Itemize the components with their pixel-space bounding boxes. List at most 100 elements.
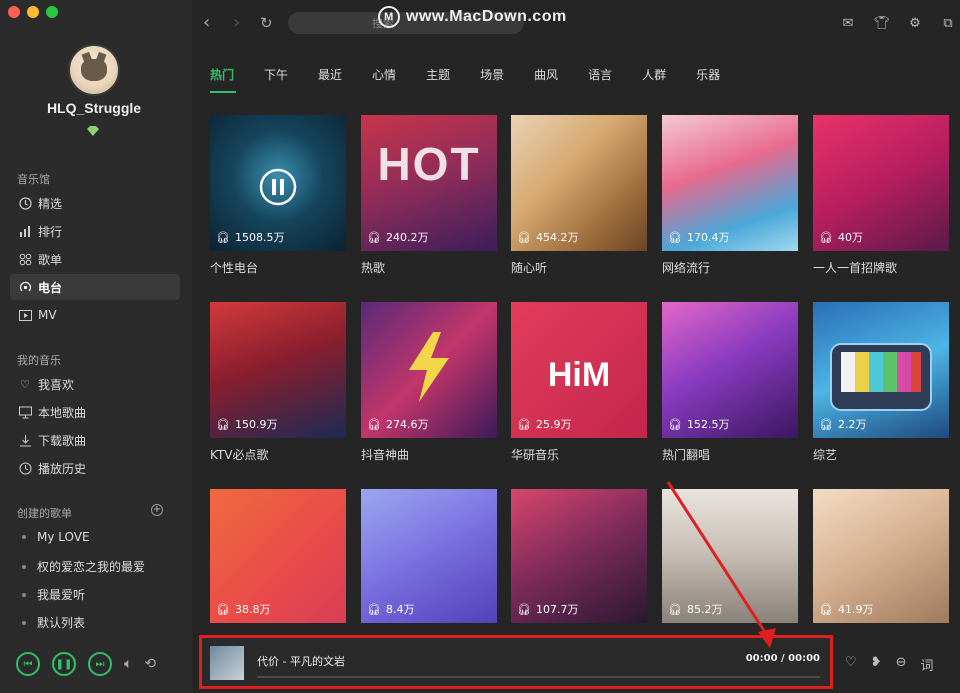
card-title[interactable]: 一人一首招牌歌 [813,259,949,276]
tab-afternoon[interactable]: 下午 [264,66,288,93]
sidebar-item-ranking[interactable]: 排行 [10,218,180,244]
refresh-icon[interactable]: ↻ [260,14,273,32]
sidebar-item-playlist[interactable]: 歌单 [10,246,180,272]
card-title[interactable]: 网络流行 [662,259,798,276]
radio-card[interactable]: 🎧︎ 40万 一人一首招牌歌 [813,115,949,276]
play-count: 🎧︎ 2.2万 [819,417,867,432]
card-title[interactable]: 抖音神曲 [361,446,497,463]
username[interactable]: HLQ_Struggle [0,100,188,116]
lyrics-button[interactable]: 词 [920,655,933,674]
tab-audience[interactable]: 人群 [642,66,666,93]
card-cover[interactable]: HiM 🎧︎ 25.9万 [511,302,647,438]
volume-icon[interactable]: 🔈︎ [124,656,132,672]
radio-card[interactable]: 🎧︎ 454.2万 随心听 [511,115,647,276]
sidebar-item-radio[interactable]: 电台 [10,274,180,300]
tab-scene[interactable]: 场景 [480,66,504,93]
card-cover[interactable]: 🎧︎ 40万 [813,115,949,251]
tab-instrument[interactable]: 乐器 [696,66,720,93]
now-playing-title[interactable]: 代价 - 平凡的文岩 [257,653,345,669]
like-icon[interactable]: ♡ [845,655,857,674]
radio-card[interactable]: 🎧︎ 152.5万 热门翻唱 [662,302,798,463]
radio-card[interactable]: 🎧︎ 85.2万 [662,489,798,623]
radio-card[interactable]: HOT 🎧︎ 240.2万 热歌 [361,115,497,276]
playlist-item[interactable]: 我最爱听 [22,586,85,603]
back-icon[interactable]: ‹ [203,12,210,33]
radio-card[interactable]: 🎧︎ 274.6万 抖音神曲 [361,302,497,463]
previous-button[interactable]: ⏮ [16,652,40,676]
card-cover[interactable]: 🎧︎ 2.2万 [813,302,949,438]
playlist-item[interactable]: 权的爱恋之我的最爱 [22,558,145,575]
radio-card[interactable]: 🎧︎ 8.4万 [361,489,497,623]
sidebar-item-downloads[interactable]: 下载歌曲 [10,427,180,453]
radio-card[interactable]: 🎧︎ 1508.5万 个性电台 [210,115,346,276]
forward-icon[interactable]: › [233,12,240,33]
avatar[interactable] [68,44,120,96]
repeat-icon[interactable]: ⟲ [144,656,156,672]
card-cover[interactable]: 🎧︎ 8.4万 [361,489,497,623]
card-cover[interactable]: 🎧︎ 41.9万 [813,489,949,623]
radio-card[interactable]: 🎧︎ 150.9万 KTV必点歌 [210,302,346,463]
radio-card[interactable]: 🎧︎ 41.9万 [813,489,949,623]
cover-title: HOT [377,138,481,190]
pause-icon[interactable] [258,167,298,207]
radio-card[interactable]: 🎧︎ 2.2万 综艺 [813,302,949,463]
tab-genre[interactable]: 曲风 [534,66,558,93]
card-cover[interactable]: HOT 🎧︎ 240.2万 [361,115,497,251]
tab-theme[interactable]: 主题 [426,66,450,93]
card-title[interactable]: 综艺 [813,446,949,463]
pause-button[interactable]: ❚❚ [52,652,76,676]
card-title[interactable]: 热歌 [361,259,497,276]
card-cover[interactable]: 🎧︎ 107.7万 [511,489,647,623]
card-cover[interactable]: 🎧︎ 150.9万 [210,302,346,438]
mail-icon[interactable]: ✉ [840,15,856,31]
lightning-bolt-icon [409,332,449,402]
playlist-item[interactable]: My LOVE [22,530,90,544]
diamond-icon[interactable] [87,126,99,136]
card-cover[interactable]: 🎧︎ 85.2万 [662,489,798,623]
sidebar-item-history[interactable]: 播放历史 [10,455,180,481]
card-title[interactable]: KTV必点歌 [210,446,346,463]
sidebar-item-liked[interactable]: ♡ 我喜欢 [10,371,180,397]
tab-recent[interactable]: 最近 [318,66,342,93]
sidebar-item-label: 下载歌曲 [38,433,87,448]
tab-hot[interactable]: 热门 [210,66,237,93]
radio-card[interactable]: 🎧︎ 38.8万 [210,489,346,623]
progress-bar[interactable] [257,676,820,678]
card-title[interactable]: 随心听 [511,259,647,276]
sidebar-item-local[interactable]: 本地歌曲 [10,399,180,425]
now-playing-bar[interactable]: 代价 - 平凡的文岩 00:00 / 00:00 [199,635,833,689]
add-playlist-icon[interactable]: + [151,504,163,516]
next-button[interactable]: ⏭ [88,652,112,676]
mini-mode-icon[interactable]: ⧉ [940,15,956,31]
skin-icon[interactable]: 👕︎ [874,15,891,31]
minimize-window-button[interactable] [27,6,39,18]
play-count: 🎧︎ 8.4万 [367,602,415,617]
card-cover[interactable]: 🎧︎ 152.5万 [662,302,798,438]
gear-icon[interactable]: ⚙ [907,15,923,31]
card-title[interactable]: 个性电台 [210,259,346,276]
radio-card[interactable]: 🎧︎ 107.7万 [511,489,647,623]
card-cover[interactable]: 🎧︎ 170.4万 [662,115,798,251]
card-title[interactable]: 热门翻唱 [662,446,798,463]
radio-card[interactable]: 🎧︎ 170.4万 网络流行 [662,115,798,276]
play-count: 🎧︎ 85.2万 [668,602,723,617]
more-icon[interactable]: ⊖ [896,655,907,674]
card-cover[interactable]: 🎧︎ 274.6万 [361,302,497,438]
favorite-broken-heart-icon[interactable]: ❥ [871,655,882,674]
playlist-item[interactable]: 默认列表 [22,614,85,631]
tab-language[interactable]: 语言 [588,66,612,93]
zoom-window-button[interactable] [46,6,58,18]
sidebar-item-mv[interactable]: MV [10,302,180,328]
radio-icon [18,280,32,294]
now-playing-thumbnail[interactable] [210,646,244,680]
sidebar-item-label: 播放历史 [38,461,87,476]
card-cover[interactable]: 🎧︎ 1508.5万 [210,115,346,251]
tab-mood[interactable]: 心情 [372,66,396,93]
card-title[interactable]: 华研音乐 [511,446,647,463]
radio-card[interactable]: HiM 🎧︎ 25.9万 华研音乐 [511,302,647,463]
card-cover[interactable]: 🎧︎ 38.8万 [210,489,346,623]
sidebar-item-selected[interactable]: 精选 [10,190,180,216]
card-cover[interactable]: 🎧︎ 454.2万 [511,115,647,251]
close-window-button[interactable] [8,6,20,18]
skip-forward-icon: ⏭ [95,658,105,670]
